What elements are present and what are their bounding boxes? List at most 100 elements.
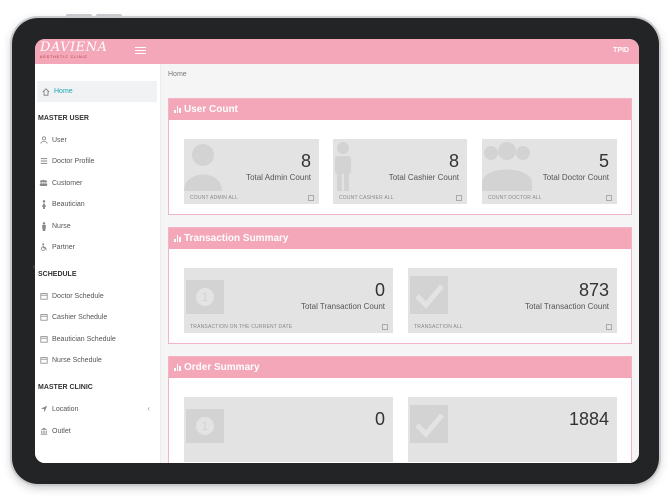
user-menu[interactable]: TPID [613,47,629,54]
top-header: DAVIENA AESTHETIC CLINIC TPID [35,39,639,64]
sidebar: Home MASTER USER User Doctor Profile Cus… [35,64,161,463]
sidebar-item-label: Nurse [52,222,71,230]
stat-footer: TRANSACTION ALL [414,324,463,330]
sidebar-item-cashier-schedule[interactable]: Cashier Schedule [39,311,107,323]
sidebar-item-doctor-schedule[interactable]: Doctor Schedule [39,290,104,302]
sidebar-item-label: Doctor Profile [52,157,95,165]
stat-label: Total Admin Count [246,173,311,182]
sidebar-item-label: Beautician [52,200,85,208]
bar-chart-icon [174,235,182,242]
volume-button [96,14,122,18]
sidebar-item-doctor-profile[interactable]: Doctor Profile [39,155,94,167]
calendar-icon [39,292,48,301]
external-link-icon[interactable] [606,324,612,330]
sidebar-item-nurse[interactable]: Nurse [39,220,71,232]
panel-header: Order Summary [169,357,631,378]
panel-title: User Count [184,104,238,115]
sidebar-item-location[interactable]: Location [39,403,78,415]
user-count-panel: User Count 8 Total Admin Count COUNT ADM… [168,98,632,215]
stat-footer: COUNT DOCTOR ALL [488,195,542,201]
stat-card-cashier[interactable]: 8 Total Cashier Count COUNT CASHIER ALL [333,139,467,204]
calendar-icon [39,335,48,344]
sidebar-item-label: User [52,136,67,144]
brand-logo[interactable]: DAVIENA AESTHETIC CLINIC [40,41,107,62]
section-title-master-clinic: MASTER CLINIC [38,384,93,391]
stat-card-transaction-all[interactable]: 873 Total Transaction Count TRANSACTION … [408,268,617,333]
sidebar-item-outlet[interactable]: Outlet [39,425,71,437]
sidebar-item-partner[interactable]: Partner [39,241,75,253]
male-icon [39,221,48,231]
stat-card-doctor[interactable]: 5 Total Doctor Count COUNT DOCTOR ALL [482,139,617,204]
stat-footer: COUNT CASHIER ALL [339,195,394,201]
check-icon [410,276,448,314]
sidebar-item-label: Location [52,405,79,413]
breadcrumb[interactable]: Home [168,71,187,78]
svg-text:1: 1 [202,420,209,433]
sidebar-item-beautician-schedule[interactable]: Beautician Schedule [39,333,116,345]
users-icon [39,179,48,188]
sidebar-item-label: Beautician Schedule [52,335,116,343]
stat-footer: TRANSACTION ON THE CURRENT DATE [190,324,293,330]
stat-card-transaction-today[interactable]: 1 0 Total Transaction Count TRANSACTION … [184,268,393,333]
menu-toggle-icon[interactable] [135,47,146,55]
external-link-icon[interactable] [606,195,612,201]
stat-card-order-all[interactable]: 1884 [408,397,617,462]
panel-title: Order Summary [184,362,260,373]
panel-header: User Count [169,99,631,120]
check-icon [410,405,448,443]
app-screen: DAVIENA AESTHETIC CLINIC TPID Home MASTE… [35,39,639,463]
logo-subtext: AESTHETIC CLINIC [40,55,89,59]
female-icon [39,199,48,209]
stat-value: 1884 [568,409,609,429]
section-title-master-user: MASTER USER [38,115,89,122]
stat-value: 0 [374,409,385,429]
section-title-schedule: SCHEDULE [38,271,77,278]
sidebar-item-label: Outlet [52,427,71,435]
stat-card-admin[interactable]: 8 Total Admin Count COUNT ADMIN ALL [184,139,319,204]
external-link-icon[interactable] [382,324,388,330]
stat-label: Total Cashier Count [388,173,459,182]
sidebar-item-label: Home [54,88,73,95]
calendar-icon [39,356,48,365]
panel-header: Transaction Summary [169,228,631,249]
svg-text:1: 1 [202,291,209,304]
wheelchair-icon [39,243,48,252]
money-icon: 1 [186,409,224,443]
external-link-icon[interactable] [456,195,462,201]
sidebar-item-user[interactable]: User [39,134,67,146]
stat-value: 8 [448,151,459,171]
sidebar-item-label: Customer [52,179,83,187]
bar-chart-icon [174,106,182,113]
external-link-icon[interactable] [308,195,314,201]
sidebar-item-nurse-schedule[interactable]: Nurse Schedule [39,354,102,366]
sidebar-item-label: Nurse Schedule [52,356,102,364]
main-content: Home User Count 8 Total Admin Count COUN… [161,64,639,463]
stat-label: Total Transaction Count [524,302,609,311]
stat-value: 8 [300,151,311,171]
sidebar-item-label: Doctor Schedule [52,292,104,300]
sidebar-item-home[interactable]: Home [37,81,157,102]
home-icon [42,87,50,96]
chevron-left-icon[interactable]: ‹ [147,404,150,413]
order-summary-panel: Order Summary 1 0 1884 [168,356,632,463]
stat-label: Total Doctor Count [542,173,609,182]
stat-footer: COUNT ADMIN ALL [190,195,238,201]
calendar-icon [39,313,48,322]
stat-card-order-today[interactable]: 1 0 [184,397,393,462]
money-icon: 1 [186,280,224,314]
users-icon [482,142,532,191]
bank-icon [39,427,48,436]
sidebar-item-label: Cashier Schedule [52,313,108,321]
stat-value: 873 [578,280,609,300]
sidebar-item-customer[interactable]: Customer [39,177,82,189]
male-icon [335,142,351,191]
sidebar-item-beautician[interactable]: Beautician [39,198,85,210]
user-icon [184,144,222,191]
sidebar-item-label: Partner [52,243,75,251]
stat-value: 5 [598,151,609,171]
bar-chart-icon [174,364,182,371]
location-arrow-icon [39,405,48,414]
user-icon [39,136,48,145]
panel-title: Transaction Summary [184,233,289,244]
transaction-summary-panel: Transaction Summary 1 0 Total Transactio… [168,227,632,344]
